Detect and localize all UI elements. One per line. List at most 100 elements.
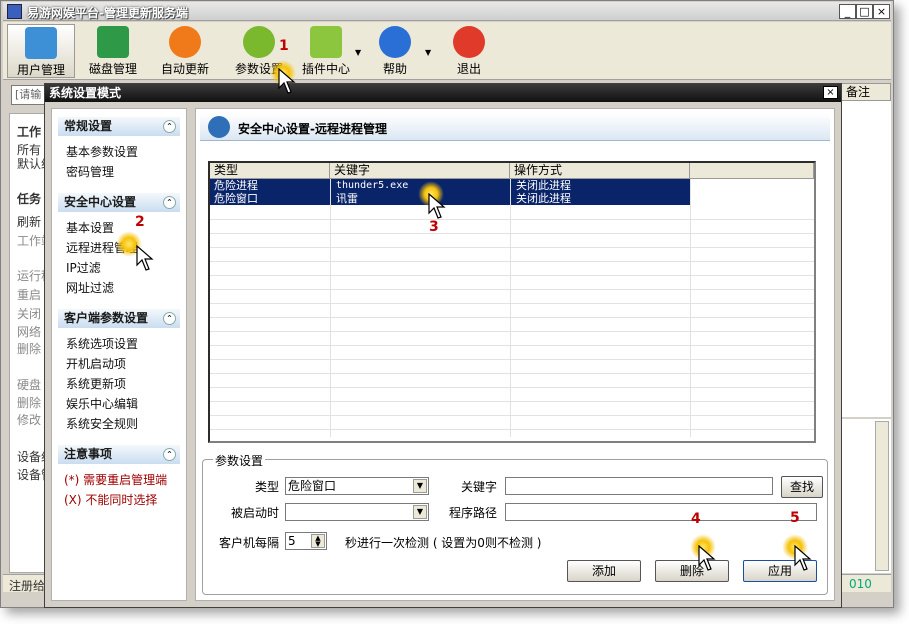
grid-line xyxy=(210,247,814,248)
section-security[interactable]: 安全中心设置 ⌃ xyxy=(58,193,180,212)
nav-entertainment-edit[interactable]: 娱乐中心编辑 xyxy=(66,395,138,412)
type-label: 类型 xyxy=(255,480,280,494)
grid-line xyxy=(210,429,814,430)
cursor-arrow-icon xyxy=(794,545,812,571)
exit-icon xyxy=(453,26,485,58)
minimize-button[interactable]: _ xyxy=(839,4,856,19)
collapse-icon[interactable]: ⌃ xyxy=(163,196,176,209)
background-line: 修改 xyxy=(17,413,42,427)
collapse-icon[interactable]: ⌃ xyxy=(163,312,176,325)
tool-auto-update[interactable]: 自动更新 xyxy=(153,24,217,78)
column-header-type[interactable]: 类型 xyxy=(210,163,330,179)
callout-number: 2 xyxy=(135,214,145,230)
grid-line xyxy=(210,331,814,332)
column-header-action[interactable]: 操作方式 xyxy=(510,163,690,179)
nav-system-update[interactable]: 系统更新项 xyxy=(66,375,126,392)
tool-plugin-center[interactable]: 插件中心 xyxy=(295,24,357,78)
cursor-arrow-icon xyxy=(136,245,154,271)
chevron-down-icon[interactable]: ▼ xyxy=(413,505,427,519)
title-bar: 易游网娱平台-管理更新服务端 _ □ × xyxy=(3,2,891,21)
status-right: 010 xyxy=(849,577,872,591)
grid-line xyxy=(210,219,814,220)
interval-suffix: 秒进行一次检测 ( 设置为0则不检测 ) xyxy=(345,536,542,550)
path-label: 程序路径 xyxy=(449,506,498,520)
background-scrollbar[interactable] xyxy=(875,421,889,571)
table-row[interactable]: 危险进程 thunder5.exe 关闭此进程 xyxy=(210,179,690,192)
section-general[interactable]: 常规设置 ⌃ xyxy=(58,117,180,136)
callout-number: 5 xyxy=(790,510,800,526)
grid-line xyxy=(210,373,814,374)
column-header-keyword[interactable]: 关键字 xyxy=(330,163,510,179)
dialog-title: 系统设置模式 xyxy=(45,84,841,102)
started-label: 被启动时 xyxy=(231,506,280,520)
help-icon xyxy=(379,26,411,58)
dialog-close-button[interactable]: × xyxy=(823,86,838,99)
cursor-arrow-icon xyxy=(278,68,296,94)
background-line: 删除 xyxy=(17,342,42,356)
collapse-icon[interactable]: ⌃ xyxy=(163,120,176,133)
keyword-label: 关键字 xyxy=(461,480,498,494)
nav-security-rules[interactable]: 系统安全规则 xyxy=(66,415,138,432)
callout-number: 3 xyxy=(429,219,439,235)
window-title: 易游网娱平台-管理更新服务端 xyxy=(27,6,188,20)
tool-help[interactable]: 帮助 xyxy=(367,24,423,78)
disk-icon xyxy=(97,26,129,58)
grid-line xyxy=(210,401,814,402)
tool-label: 磁盘管理 xyxy=(88,62,137,76)
nav-basic-settings[interactable]: 基本设置 xyxy=(66,219,114,236)
grid-line xyxy=(210,275,814,276)
started-select[interactable]: ▼ xyxy=(285,503,429,521)
spin-arrows-icon[interactable]: ▲ ▼ xyxy=(311,534,325,548)
interval-label: 客户机每隔 xyxy=(219,536,280,550)
background-list xyxy=(841,101,891,417)
process-grid: 类型 关键字 操作方式 危险进程 thunder5.exe 关闭此进程 危险窗口… xyxy=(208,161,816,443)
section-client[interactable]: 客户端参数设置 ⌃ xyxy=(58,309,180,328)
nav-startup-items[interactable]: 开机启动项 xyxy=(66,355,126,372)
nav-url-filter[interactable]: 网址过滤 xyxy=(66,279,114,296)
plugin-icon xyxy=(310,26,342,58)
dropdown-arrow-icon[interactable]: ▼ xyxy=(355,48,361,57)
cell-type: 危险窗口 xyxy=(214,192,258,205)
chevron-down-icon[interactable]: ▼ xyxy=(413,479,427,493)
type-select[interactable]: 危险窗口 ▼ xyxy=(285,477,429,495)
add-button[interactable]: 添加 xyxy=(567,560,641,582)
background-column-remark: 备注 xyxy=(841,83,891,101)
nav-password[interactable]: 密码管理 xyxy=(66,163,114,180)
nav-basic-params[interactable]: 基本参数设置 xyxy=(66,143,138,160)
tool-label: 退出 xyxy=(456,62,481,76)
path-input[interactable] xyxy=(505,503,817,521)
dropdown-arrow-icon[interactable]: ▼ xyxy=(425,48,431,57)
interval-value: 5 xyxy=(288,534,296,548)
background-line: 刷新 xyxy=(17,215,42,229)
section-notes[interactable]: 注意事项 ⌃ xyxy=(58,445,180,464)
tool-disk-management[interactable]: 磁盘管理 xyxy=(81,24,145,78)
background-group-title: 任务 xyxy=(17,192,42,206)
interval-stepper[interactable]: 5 ▲ ▼ xyxy=(285,532,327,550)
cursor-arrow-icon xyxy=(698,545,716,571)
find-button[interactable]: 查找 xyxy=(781,476,823,498)
tool-user-management[interactable]: 用户管理 xyxy=(7,24,75,78)
maximize-button[interactable]: □ xyxy=(856,4,873,19)
nav-ip-filter[interactable]: IP过滤 xyxy=(66,259,101,276)
keyword-input[interactable] xyxy=(505,477,773,495)
type-select-value: 危险窗口 xyxy=(288,479,337,493)
table-row[interactable]: 危险窗口 讯雷 关闭此进程 xyxy=(210,192,690,205)
background-list-2 xyxy=(841,419,891,573)
settings-content: 安全中心设置-远程进程管理 类型 关键字 操作方式 危险进程 thunder5.… xyxy=(195,108,835,601)
note-exclusive: (X) 不能同时选择 xyxy=(64,493,158,507)
grid-line xyxy=(210,359,814,360)
background-sidebar: 工作 所有 默认组 任务 刷新 工作站 运行程 重启 关闭 网络 删除 硬盘 删… xyxy=(9,113,53,573)
settings-nav: 常规设置 ⌃ 基本参数设置 密码管理 安全中心设置 ⌃ 基本设置 远程进程管理 … xyxy=(51,108,187,601)
section-title: 客户端参数设置 xyxy=(64,311,149,325)
close-button[interactable]: × xyxy=(873,4,890,19)
collapse-icon[interactable]: ⌃ xyxy=(163,448,176,461)
panel-header: 安全中心设置-远程进程管理 xyxy=(200,113,830,141)
background-line: 重启 xyxy=(17,288,42,302)
app-icon xyxy=(7,4,22,19)
tool-exit[interactable]: 退出 xyxy=(441,24,497,78)
nav-system-options[interactable]: 系统选项设置 xyxy=(66,335,138,352)
section-title: 注意事项 xyxy=(64,447,113,461)
grid-line xyxy=(210,303,814,304)
tool-label: 自动更新 xyxy=(160,62,209,76)
settings-dialog: 系统设置模式 × 常规设置 ⌃ 基本参数设置 密码管理 安全中心设置 ⌃ 基本设… xyxy=(44,83,842,608)
